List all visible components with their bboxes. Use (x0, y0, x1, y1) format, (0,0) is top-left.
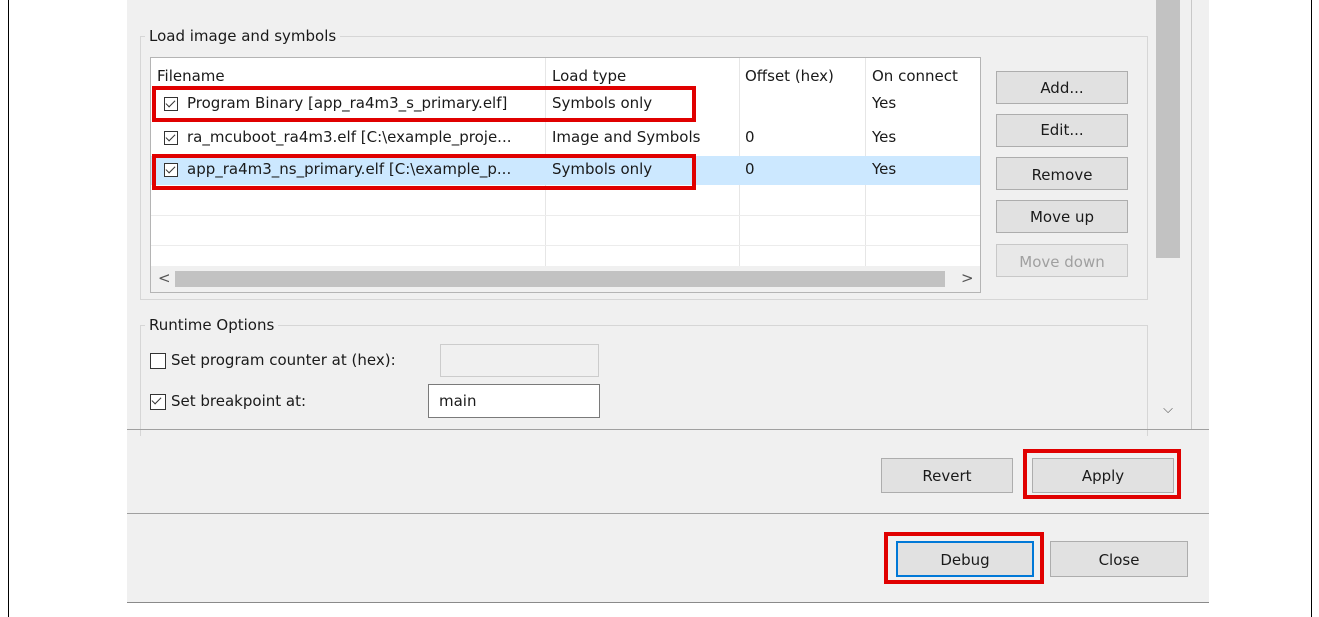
set-breakpoint-checkbox[interactable] (150, 394, 166, 410)
scroll-left-arrow-icon[interactable]: < (158, 269, 171, 287)
row-filename: ra_mcuboot_ra4m3.elf [C:\example_proje..… (187, 128, 512, 146)
highlight-box-apply (1023, 449, 1181, 499)
right-border-line (1311, 0, 1312, 617)
close-button[interactable]: Close (1050, 541, 1188, 577)
highlight-box-ns-primary (152, 154, 696, 190)
row-offset: 0 (745, 160, 755, 178)
footer-separator (127, 513, 1209, 514)
dialog-bottom-edge (127, 602, 1209, 603)
runtime-options-group (140, 325, 1148, 436)
scroll-down-arrow-icon[interactable]: ⌵ (1160, 402, 1176, 418)
row-divider (151, 215, 980, 216)
remove-button[interactable]: Remove (996, 157, 1128, 190)
column-header-offset[interactable]: Offset (hex) (745, 67, 834, 85)
row-on-connect: Yes (872, 160, 897, 178)
highlight-box-debug (884, 532, 1044, 584)
breakpoint-field[interactable]: main (428, 384, 600, 418)
panel-edge (1191, 0, 1192, 430)
row-checkbox[interactable] (164, 131, 178, 145)
pc-address-field[interactable] (440, 344, 599, 377)
edit-button[interactable]: Edit... (996, 114, 1128, 147)
table-horizontal-scrollbar[interactable]: < > (151, 266, 980, 292)
column-header-on-connect[interactable]: On connect (872, 67, 958, 85)
set-pc-label: Set program counter at (hex): (171, 351, 396, 369)
set-breakpoint-label: Set breakpoint at: (171, 392, 307, 410)
move-up-button[interactable]: Move up (996, 200, 1128, 233)
set-pc-checkbox[interactable] (150, 353, 166, 369)
panel-separator (127, 429, 1209, 430)
add-button[interactable]: Add... (996, 71, 1128, 104)
table-scroll-thumb[interactable] (175, 271, 945, 287)
left-border-line (8, 0, 9, 617)
panel-scroll-thumb[interactable] (1156, 0, 1180, 258)
column-header-filename[interactable]: Filename (157, 67, 225, 85)
highlight-box-program-binary (152, 86, 696, 122)
runtime-options-title: Runtime Options (145, 316, 279, 334)
table-row[interactable]: ra_mcuboot_ra4m3.elf [C:\example_proje..… (151, 126, 980, 152)
row-divider (151, 245, 980, 246)
column-header-load-type[interactable]: Load type (552, 67, 626, 85)
row-on-connect: Yes (872, 128, 897, 146)
revert-button[interactable]: Revert (881, 458, 1013, 493)
scroll-right-arrow-icon[interactable]: > (961, 269, 974, 287)
row-on-connect: Yes (872, 94, 897, 112)
row-offset: 0 (745, 128, 755, 146)
row-load-type: Image and Symbols (552, 128, 701, 146)
load-image-group-title: Load image and symbols (145, 27, 341, 45)
move-down-button[interactable]: Move down (996, 244, 1128, 277)
